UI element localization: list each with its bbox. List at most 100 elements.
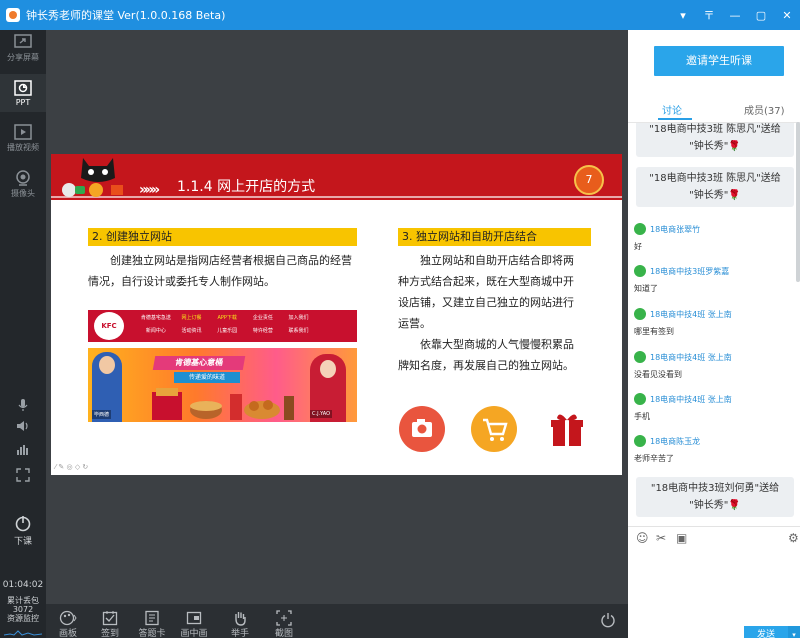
answer-card-button[interactable]: 答题卡 (134, 610, 170, 638)
maximize-button[interactable]: ▢ (748, 0, 774, 30)
raise-hand-button[interactable]: 举手 (222, 610, 258, 638)
play-video-button[interactable]: 播放视频 (0, 124, 46, 153)
play-video-label: 播放视频 (7, 143, 39, 152)
power-icon (15, 516, 31, 532)
left-section-heading: 2. 创建独立网站 (88, 228, 357, 246)
banner-caption-right: C.J.YAO (310, 410, 333, 418)
camera-button[interactable]: 摄像头 (0, 170, 46, 199)
presentation-stage: »»» 1.1.4 网上开店的方式 7 2. 创建独立网站 创建独立网站是指网店… (46, 30, 628, 638)
slide-chevron-decoration: »»» (139, 182, 160, 198)
wechat-icon (634, 265, 646, 277)
slide-page-number: 7 (574, 165, 604, 195)
gift-sender-line: "18电商中技3班刘何勇"送给 (650, 483, 780, 494)
send-button[interactable]: 发送 (744, 626, 788, 638)
signal-icon[interactable] (0, 442, 46, 460)
camera-label: 摄像头 (11, 189, 35, 198)
kfc-nav-link: 网上订餐 (181, 315, 202, 321)
app-logo-icon (6, 8, 20, 22)
minimize-button[interactable]: — (722, 0, 748, 30)
pin-icon[interactable]: 〒 (696, 0, 722, 30)
chat-message-text: 老师辛苦了 (634, 454, 674, 463)
chat-message-user: 18电商中技4班 张上南 (634, 393, 732, 405)
window-controls: ▾ 〒 — ▢ ✕ (670, 0, 800, 30)
send-options-chevron-icon[interactable]: ▾ (788, 626, 800, 638)
right-panel: 邀请学生听课 讨论 成员(37) "18电商中技3班 陈思凡"送给 "钟长秀"🌹… (628, 30, 800, 638)
right-section-heading: 3. 独立网站和自助开店结合 (398, 228, 591, 246)
palette-label: 画板 (58, 629, 77, 638)
picture-in-picture-label: 画中画 (180, 629, 208, 638)
left-section-paragraph: 创建独立网站是指网店经营者根据自己商品的经营情况，自行设计或委托专人制作网站。 (88, 254, 352, 288)
play-video-icon (14, 124, 32, 140)
tab-active-indicator (658, 118, 692, 120)
palette-button[interactable]: 画板 (50, 610, 86, 638)
chat-message-user: 18电商中技4班 张上南 (634, 308, 732, 320)
ppt-button[interactable]: PPT (0, 74, 46, 112)
power-off-icon[interactable] (600, 612, 616, 632)
raise-hand-icon (235, 612, 246, 626)
answer-card-icon (145, 610, 159, 626)
chat-input[interactable] (628, 550, 800, 622)
close-button[interactable]: ✕ (774, 0, 800, 30)
ppt-slide: »»» 1.1.4 网上开店的方式 7 2. 创建独立网站 创建独立网站是指网店… (51, 154, 622, 475)
wechat-icon (634, 351, 646, 363)
tab-discussion[interactable]: 讨论 (662, 102, 682, 117)
bottom-toolbar: 画板 签到 答题卡 画中画 举手 截图 (46, 604, 628, 638)
picture-in-picture-button[interactable]: 画中画 (176, 610, 212, 638)
ppt-label: PPT (15, 98, 31, 107)
emoji-icon[interactable]: ☺ (636, 531, 649, 545)
menu-dropdown-icon[interactable]: ▾ (670, 0, 696, 30)
resource-monitor-label[interactable]: 资源监控 (0, 614, 46, 624)
chat-scrollbar[interactable] (796, 122, 800, 282)
chat-message-user: 18电商中技3班罗紫嘉 (634, 265, 729, 277)
class-timer: 01:04:02 (2, 580, 44, 590)
banner-subline: 传递爱的味道 (174, 372, 240, 383)
share-screen-label: 分享屏幕 (7, 53, 39, 62)
wechat-icon (634, 435, 646, 447)
kfc-logo: KFC (94, 312, 124, 340)
gift-message: "18电商中技3班刘何勇"送给 "钟长秀"🌹 (636, 477, 794, 517)
kfc-banner: 肯德基心意桶 传递爱的味道 毕西德 C.J.YAO (88, 348, 357, 422)
sign-in-button[interactable]: 签到 (92, 610, 128, 638)
image-icon[interactable]: ▣ (676, 531, 687, 545)
fullscreen-icon[interactable] (0, 468, 46, 486)
screenshot-button[interactable]: 截图 (266, 610, 302, 638)
chat-message-text: 没看见没看到 (634, 370, 682, 379)
rose-icon: 🌹 (728, 141, 741, 152)
left-section-text: 创建独立网站是指网店经营者根据自己商品的经营情况，自行设计或委托专人制作网站。 (88, 250, 357, 292)
sign-in-label: 签到 (100, 629, 119, 638)
right-section-paragraph-2: 依靠大型商城的人气慢慢积累品牌知名度，再发展自己的独立网站。 (398, 338, 574, 372)
screenshot-icon (276, 610, 292, 626)
kfc-nav-link: 肯德基宅急送 (140, 315, 171, 321)
invite-students-button[interactable]: 邀请学生听课 (654, 46, 784, 76)
share-screen-button[interactable]: 分享屏幕 (0, 34, 46, 63)
rose-icon: 🌹 (728, 190, 741, 201)
settings-gear-icon[interactable]: ⚙ (788, 531, 799, 545)
tmall-cat-logo-icon (62, 158, 123, 197)
end-class-button[interactable]: 下课 (0, 514, 46, 547)
chat-message-text: 手机 (634, 412, 650, 421)
chat-message-user: 18电商中技4班 张上南 (634, 351, 732, 363)
rose-icon: 🌹 (728, 500, 741, 511)
speaker-icon[interactable] (0, 420, 46, 436)
camera-icon (16, 170, 30, 186)
wechat-icon (634, 308, 646, 320)
window-title: 钟长秀老师的课堂 Ver(1.0.0.168 Beta) (26, 9, 226, 22)
kfc-nav-link: 企业责任 (252, 315, 273, 321)
slide-annotation-tools[interactable]: ⁄ ✎ ◎ ◇ ↻ (55, 463, 88, 471)
share-screen-icon (14, 34, 32, 48)
microphone-icon[interactable] (0, 398, 46, 416)
gift-box-icon (543, 406, 589, 452)
banner-food-image (152, 388, 294, 420)
slide-header-band (51, 154, 622, 200)
kfc-nav-link: APP下载 (217, 315, 237, 321)
kfc-nav-link: 联系我们 (288, 328, 309, 334)
gift-recipient: "钟长秀" (689, 141, 729, 152)
tab-members[interactable]: 成员(37) (744, 102, 785, 117)
chat-feed[interactable]: "18电商中技3班 陈思凡"送给 "钟长秀"🌹 "18电商中技3班 陈思凡"送给… (628, 122, 800, 526)
scissors-icon[interactable]: ✂ (656, 531, 666, 545)
kfc-nav-link: 特许经营 (252, 328, 273, 334)
left-toolbar: 分享屏幕 PPT 播放视频 摄像头 下课 01:04:02 累计丢包 3072 … (0, 30, 46, 638)
kfc-nav-link: 活动资讯 (181, 328, 202, 334)
resource-graph (3, 626, 43, 636)
palette-icon (59, 610, 77, 626)
